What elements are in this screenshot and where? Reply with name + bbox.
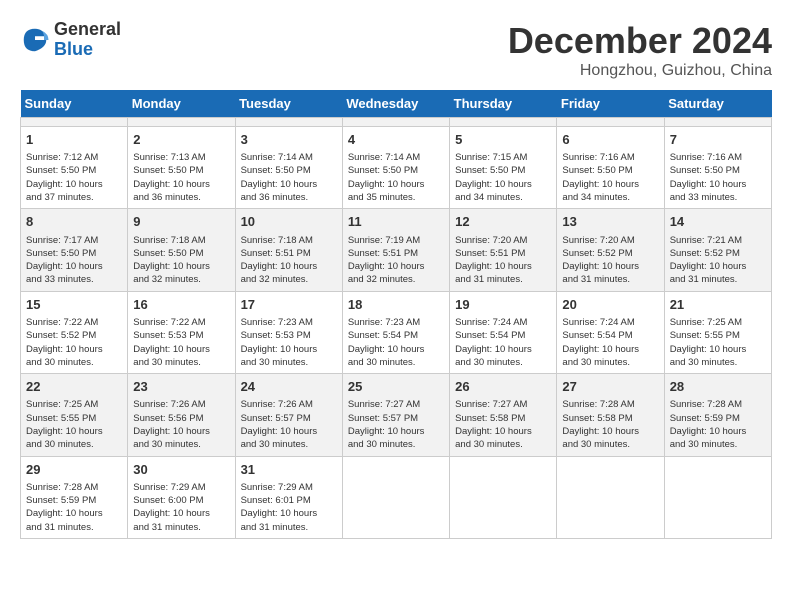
table-cell-empty bbox=[342, 118, 449, 127]
day-17: 17 Sunrise: 7:23 AMSunset: 5:53 PMDaylig… bbox=[235, 291, 342, 373]
col-thursday: Thursday bbox=[450, 90, 557, 118]
table-cell-empty bbox=[128, 118, 235, 127]
week-row-4: 22 Sunrise: 7:25 AMSunset: 5:55 PMDaylig… bbox=[21, 374, 772, 456]
day-14: 14 Sunrise: 7:21 AMSunset: 5:52 PMDaylig… bbox=[664, 209, 771, 291]
col-saturday: Saturday bbox=[664, 90, 771, 118]
day-25: 25 Sunrise: 7:27 AMSunset: 5:57 PMDaylig… bbox=[342, 374, 449, 456]
day-26: 26 Sunrise: 7:27 AMSunset: 5:58 PMDaylig… bbox=[450, 374, 557, 456]
day-31: 31 Sunrise: 7:29 AMSunset: 6:01 PMDaylig… bbox=[235, 456, 342, 538]
calendar-subtitle: Hongzhou, Guizhou, China bbox=[508, 62, 772, 80]
week-row-2: 8 Sunrise: 7:17 AMSunset: 5:50 PMDayligh… bbox=[21, 209, 772, 291]
table-cell-empty bbox=[342, 456, 449, 538]
day-1: 1 Sunrise: 7:12 AMSunset: 5:50 PMDayligh… bbox=[21, 127, 128, 209]
table-cell-empty bbox=[235, 118, 342, 127]
title-section: December 2024 Hongzhou, Guizhou, China bbox=[508, 20, 772, 80]
day-30: 30 Sunrise: 7:29 AMSunset: 6:00 PMDaylig… bbox=[128, 456, 235, 538]
col-friday: Friday bbox=[557, 90, 664, 118]
week-row-5: 29 Sunrise: 7:28 AMSunset: 5:59 PMDaylig… bbox=[21, 456, 772, 538]
table-cell-empty bbox=[557, 456, 664, 538]
day-19: 19 Sunrise: 7:24 AMSunset: 5:54 PMDaylig… bbox=[450, 291, 557, 373]
day-20: 20 Sunrise: 7:24 AMSunset: 5:54 PMDaylig… bbox=[557, 291, 664, 373]
week-row-1b: 1 Sunrise: 7:12 AMSunset: 5:50 PMDayligh… bbox=[21, 127, 772, 209]
week-row-3: 15 Sunrise: 7:22 AMSunset: 5:52 PMDaylig… bbox=[21, 291, 772, 373]
day-13: 13 Sunrise: 7:20 AMSunset: 5:52 PMDaylig… bbox=[557, 209, 664, 291]
day-2: 2 Sunrise: 7:13 AMSunset: 5:50 PMDayligh… bbox=[128, 127, 235, 209]
day-3: 3 Sunrise: 7:14 AMSunset: 5:50 PMDayligh… bbox=[235, 127, 342, 209]
calendar-table: Sunday Monday Tuesday Wednesday Thursday… bbox=[20, 90, 772, 539]
day-10: 10 Sunrise: 7:18 AMSunset: 5:51 PMDaylig… bbox=[235, 209, 342, 291]
col-monday: Monday bbox=[128, 90, 235, 118]
day-29: 29 Sunrise: 7:28 AMSunset: 5:59 PMDaylig… bbox=[21, 456, 128, 538]
day-15: 15 Sunrise: 7:22 AMSunset: 5:52 PMDaylig… bbox=[21, 291, 128, 373]
day-7: 7 Sunrise: 7:16 AMSunset: 5:50 PMDayligh… bbox=[664, 127, 771, 209]
week-row-1 bbox=[21, 118, 772, 127]
page-header: General Blue December 2024 Hongzhou, Gui… bbox=[20, 20, 772, 80]
table-cell-empty bbox=[450, 456, 557, 538]
calendar-title: December 2024 bbox=[508, 20, 772, 62]
logo-icon bbox=[20, 25, 50, 55]
day-21: 21 Sunrise: 7:25 AMSunset: 5:55 PMDaylig… bbox=[664, 291, 771, 373]
day-16: 16 Sunrise: 7:22 AMSunset: 5:53 PMDaylig… bbox=[128, 291, 235, 373]
day-9: 9 Sunrise: 7:18 AMSunset: 5:50 PMDayligh… bbox=[128, 209, 235, 291]
day-12: 12 Sunrise: 7:20 AMSunset: 5:51 PMDaylig… bbox=[450, 209, 557, 291]
day-24: 24 Sunrise: 7:26 AMSunset: 5:57 PMDaylig… bbox=[235, 374, 342, 456]
header-row: Sunday Monday Tuesday Wednesday Thursday… bbox=[21, 90, 772, 118]
day-27: 27 Sunrise: 7:28 AMSunset: 5:58 PMDaylig… bbox=[557, 374, 664, 456]
day-23: 23 Sunrise: 7:26 AMSunset: 5:56 PMDaylig… bbox=[128, 374, 235, 456]
table-cell-empty bbox=[664, 456, 771, 538]
day-22: 22 Sunrise: 7:25 AMSunset: 5:55 PMDaylig… bbox=[21, 374, 128, 456]
day-18: 18 Sunrise: 7:23 AMSunset: 5:54 PMDaylig… bbox=[342, 291, 449, 373]
table-cell-empty bbox=[664, 118, 771, 127]
day-28: 28 Sunrise: 7:28 AMSunset: 5:59 PMDaylig… bbox=[664, 374, 771, 456]
table-cell-empty bbox=[450, 118, 557, 127]
logo-text: General Blue bbox=[54, 20, 121, 60]
logo: General Blue bbox=[20, 20, 121, 60]
table-cell-empty bbox=[21, 118, 128, 127]
day-6: 6 Sunrise: 7:16 AMSunset: 5:50 PMDayligh… bbox=[557, 127, 664, 209]
col-sunday: Sunday bbox=[21, 90, 128, 118]
day-4: 4 Sunrise: 7:14 AMSunset: 5:50 PMDayligh… bbox=[342, 127, 449, 209]
table-cell-empty bbox=[557, 118, 664, 127]
day-8: 8 Sunrise: 7:17 AMSunset: 5:50 PMDayligh… bbox=[21, 209, 128, 291]
col-tuesday: Tuesday bbox=[235, 90, 342, 118]
day-5: 5 Sunrise: 7:15 AMSunset: 5:50 PMDayligh… bbox=[450, 127, 557, 209]
col-wednesday: Wednesday bbox=[342, 90, 449, 118]
day-11: 11 Sunrise: 7:19 AMSunset: 5:51 PMDaylig… bbox=[342, 209, 449, 291]
